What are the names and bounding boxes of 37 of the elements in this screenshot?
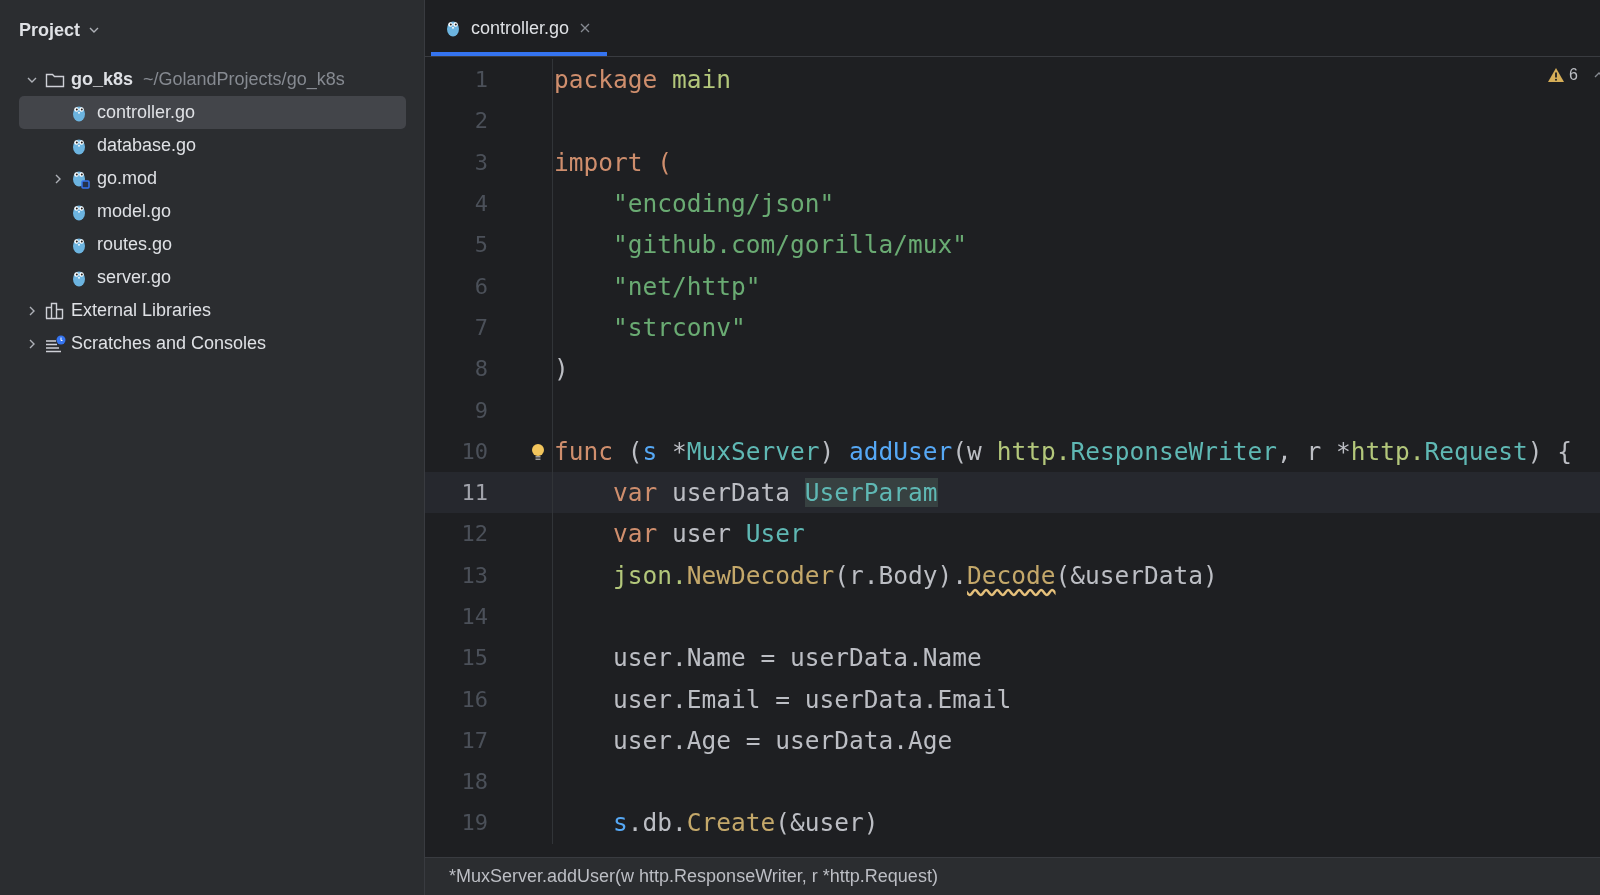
code-line: json.NewDecoder(r.Body).Decode(&userData) xyxy=(612,560,1218,590)
code-line: func (s *MuxServer) addUser(w http.ResponseWriter, r *http.Request) { xyxy=(553,436,1572,466)
code-line: user.Name = userData.Name xyxy=(612,643,982,673)
gopher-icon xyxy=(445,19,461,37)
code-line: "encoding/json" xyxy=(612,189,835,219)
code-line: import ( xyxy=(553,147,672,177)
tree-item[interactable]: routes.go xyxy=(19,228,406,261)
tree-item[interactable]: database.go xyxy=(19,129,406,162)
library-icon xyxy=(45,301,65,320)
lightbulb-icon[interactable] xyxy=(531,442,545,461)
editor-tab[interactable]: controller.go xyxy=(431,0,608,56)
tree-item[interactable]: External Libraries xyxy=(19,294,406,327)
line-number: 11 xyxy=(425,471,553,514)
status-bar: *MuxServer.addUser(w http.ResponseWriter, r *http.Request) xyxy=(425,857,1600,895)
scratches-icon xyxy=(45,334,67,353)
code-line: s.db.Create(&user) xyxy=(612,808,879,838)
close-icon[interactable] xyxy=(579,22,592,34)
code-line: "github.com/gorilla/mux" xyxy=(612,230,967,260)
tree-item-selected[interactable]: controller.go xyxy=(19,96,406,129)
tree-item[interactable]: server.go xyxy=(19,261,406,294)
tree-item[interactable]: Scratches and Consoles xyxy=(19,327,406,360)
warning-count: 6 xyxy=(1569,66,1578,84)
code-line: var user User xyxy=(612,519,805,549)
tree-item[interactable]: go_k8s ~/GolandProjects/go_k8s xyxy=(19,63,406,96)
code-line: package main xyxy=(553,65,732,95)
panel-title: Project xyxy=(19,19,81,41)
tree-item[interactable]: go.mod xyxy=(19,162,406,195)
project-path: ~/GolandProjects/go_k8s xyxy=(143,69,345,90)
code-line: user.Age = userData.Age xyxy=(612,725,953,755)
code-line: var userData UserParam xyxy=(612,478,938,508)
code-line: ) xyxy=(553,354,569,384)
folder-icon xyxy=(45,71,65,88)
warning-icon[interactable] xyxy=(1547,67,1566,83)
tree-item[interactable]: model.go xyxy=(19,195,406,228)
code-line: "strconv" xyxy=(612,312,746,342)
code-line: "net/http" xyxy=(612,271,761,301)
code-line: user.Email = userData.Email xyxy=(612,684,1012,714)
